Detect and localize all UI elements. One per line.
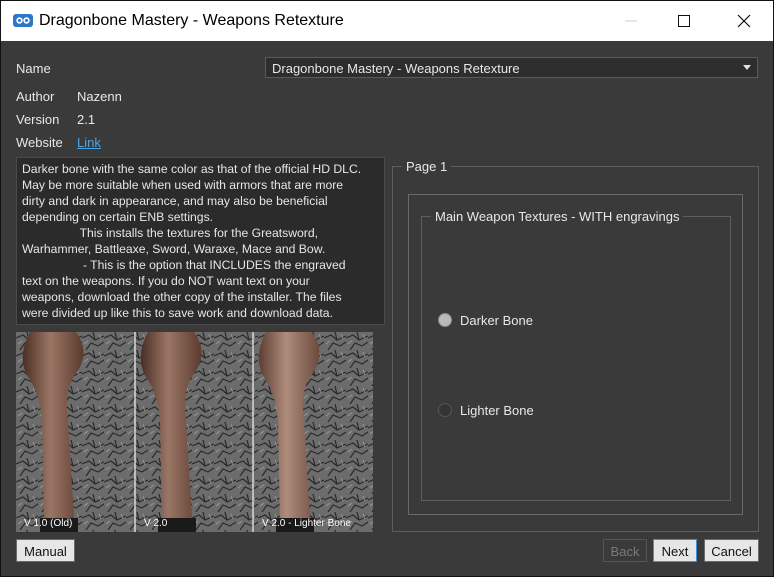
minimize-icon bbox=[625, 20, 637, 22]
preview-caption: V 2.0 - Lighter Bone bbox=[262, 518, 351, 529]
preview-graphic: V 1.0 (Old) V 2.0 V 2.0 - Lighter Bone bbox=[16, 332, 373, 532]
maximize-icon bbox=[678, 15, 690, 27]
website-link[interactable]: Link bbox=[77, 135, 101, 150]
maximize-button[interactable] bbox=[659, 1, 709, 41]
author-value: Nazenn bbox=[77, 89, 122, 104]
name-select-value: Dragonbone Mastery - Weapons Retexture bbox=[272, 61, 520, 76]
version-label: Version bbox=[16, 112, 60, 127]
options-group-title: Main Weapon Textures - WITH engravings bbox=[431, 209, 684, 224]
option-lighter-bone[interactable]: Lighter Bone bbox=[438, 401, 578, 419]
name-select[interactable]: Dragonbone Mastery - Weapons Retexture bbox=[265, 57, 758, 78]
radio-button[interactable] bbox=[438, 403, 452, 417]
option-label: Lighter Bone bbox=[460, 403, 534, 418]
window-title: Dragonbone Mastery - Weapons Retexture bbox=[39, 12, 344, 29]
preview-image: V 1.0 (Old) V 2.0 V 2.0 - Lighter Bone bbox=[16, 332, 373, 532]
website-label: Website bbox=[16, 135, 63, 150]
installer-window: Dragonbone Mastery - Weapons Retexture N… bbox=[0, 0, 774, 577]
manual-button[interactable]: Manual bbox=[16, 539, 75, 562]
next-button[interactable]: Next bbox=[653, 539, 697, 562]
radio-button-selected[interactable] bbox=[438, 313, 452, 327]
minimize-button[interactable] bbox=[606, 1, 656, 41]
author-label: Author bbox=[16, 89, 55, 104]
name-label: Name bbox=[16, 61, 51, 76]
preview-caption: V 1.0 (Old) bbox=[24, 518, 72, 529]
options-groupbox bbox=[421, 216, 731, 501]
cancel-button[interactable]: Cancel bbox=[704, 539, 759, 562]
version-value: 2.1 bbox=[77, 112, 96, 127]
back-button[interactable]: Back bbox=[603, 539, 647, 562]
option-darker-bone[interactable]: Darker Bone bbox=[438, 311, 578, 329]
page-title: Page 1 bbox=[402, 159, 452, 174]
option-label: Darker Bone bbox=[460, 313, 533, 328]
description-text: Darker bone with the same color as that … bbox=[16, 157, 385, 325]
close-button[interactable] bbox=[719, 1, 769, 41]
preview-caption: V 2.0 bbox=[144, 518, 168, 529]
chevron-down-icon bbox=[743, 65, 751, 70]
close-icon bbox=[737, 14, 751, 28]
app-logo-icon bbox=[13, 14, 33, 27]
title-bar[interactable]: Dragonbone Mastery - Weapons Retexture bbox=[1, 1, 773, 41]
